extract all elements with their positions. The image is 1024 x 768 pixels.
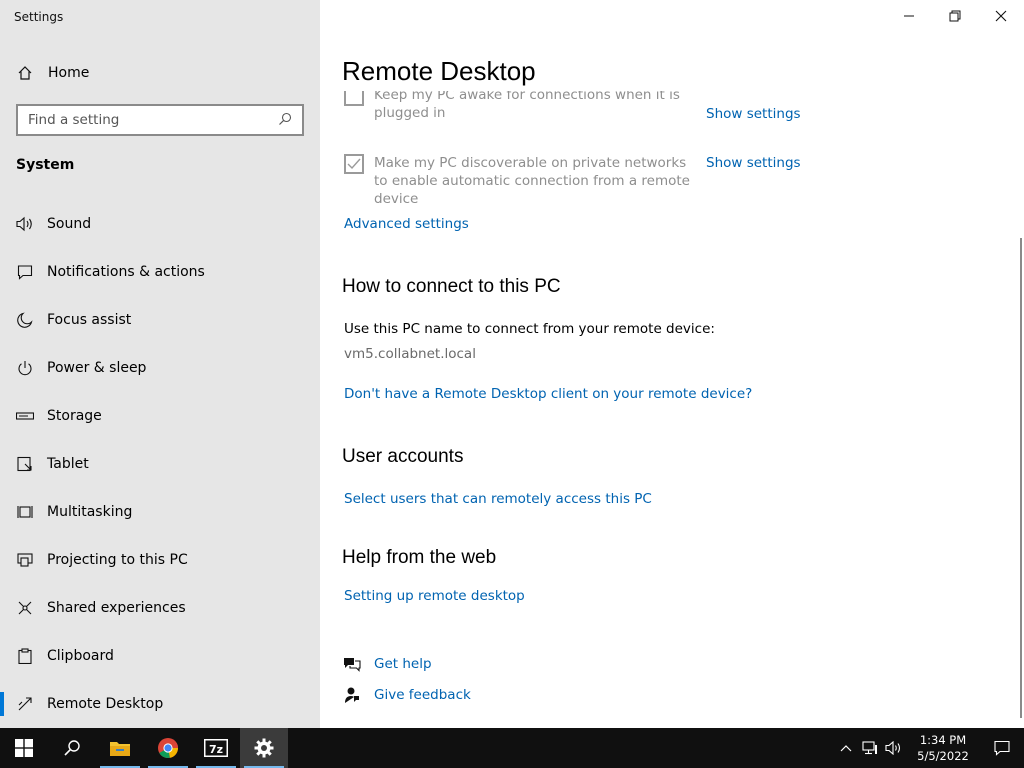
sidebar-item-projecting[interactable]: Projecting to this PC — [0, 536, 320, 584]
scrollbar[interactable] — [1020, 238, 1022, 718]
action-center-button[interactable] — [980, 728, 1024, 768]
sidebar-item-label: Projecting to this PC — [47, 552, 188, 568]
moon-icon — [16, 311, 34, 329]
settings-button[interactable] — [240, 728, 288, 768]
sidebar-item-focus-assist[interactable]: Focus assist — [0, 296, 320, 344]
clock-time: 1:34 PM — [919, 733, 967, 747]
option-text: Keep my PC awake for connections when it… — [374, 88, 680, 121]
clipboard-icon — [16, 647, 34, 665]
7zip-button[interactable]: 7z — [192, 728, 240, 768]
option-text: Make my PC discoverable on private netwo… — [374, 155, 690, 207]
user-accounts-heading: User accounts — [342, 446, 464, 467]
home-icon — [16, 64, 34, 82]
file-explorer-button[interactable] — [96, 728, 144, 768]
storage-icon — [16, 407, 34, 425]
setting-up-link[interactable]: Setting up remote desktop — [344, 588, 525, 604]
svg-text:7z: 7z — [209, 743, 223, 756]
sidebar-item-label: Focus assist — [47, 312, 132, 328]
show-hidden-icons-button[interactable] — [834, 728, 858, 768]
remote-client-link[interactable]: Don't have a Remote Desktop client on yo… — [344, 386, 752, 402]
sidebar-item-label: Tablet — [47, 456, 89, 472]
main-content: Remote Desktop Keep my PC awake for conn… — [320, 0, 1024, 728]
section-label-system: System — [16, 157, 75, 173]
volume-icon — [885, 741, 901, 755]
select-users-link[interactable]: Select users that can remotely access th… — [344, 491, 652, 507]
chrome-icon — [158, 738, 179, 759]
sidebar: Settings Home System Sound Notifications… — [0, 0, 320, 728]
search-input[interactable] — [28, 112, 278, 128]
sidebar-nav: Sound Notifications & actions Focus assi… — [0, 200, 320, 728]
get-help-row[interactable]: Get help — [342, 654, 432, 674]
page-title: Remote Desktop — [342, 56, 536, 86]
pc-name: vm5.collabnet.local — [344, 346, 476, 362]
tablet-icon — [16, 455, 34, 473]
network-icon — [862, 741, 877, 755]
sidebar-item-clipboard[interactable]: Clipboard — [0, 632, 320, 680]
give-feedback-icon — [342, 685, 362, 705]
action-center-icon — [994, 740, 1010, 756]
checkmark-icon — [347, 158, 361, 170]
chevron-up-icon — [840, 745, 852, 752]
sidebar-home[interactable]: Home — [16, 62, 89, 84]
network-button[interactable] — [858, 728, 882, 768]
search-box[interactable] — [16, 104, 304, 136]
discoverable-checkbox[interactable] — [344, 154, 364, 174]
taskbar: 7z 1:34 PM 5/5/2022 — [0, 728, 1024, 768]
help-heading: Help from the web — [342, 547, 497, 568]
sidebar-item-notifications[interactable]: Notifications & actions — [0, 248, 320, 296]
chrome-button[interactable] — [144, 728, 192, 768]
option-clip: Keep my PC awake for connections when it… — [320, 88, 1024, 148]
get-help-icon — [342, 654, 362, 674]
clock-date: 5/5/2022 — [917, 749, 969, 763]
projecting-icon — [16, 551, 34, 569]
7zip-icon: 7z — [204, 739, 228, 757]
sidebar-item-label: Sound — [47, 216, 92, 232]
search-icon[interactable] — [278, 112, 294, 128]
sidebar-item-tablet[interactable]: Tablet — [0, 440, 320, 488]
sidebar-item-label: Notifications & actions — [47, 264, 205, 280]
sidebar-item-storage[interactable]: Storage — [0, 392, 320, 440]
file-explorer-icon — [110, 742, 130, 756]
connect-instruction: Use this PC name to connect from your re… — [344, 321, 715, 337]
sidebar-item-label: Remote Desktop — [47, 696, 164, 712]
app-title: Settings — [14, 10, 64, 24]
sidebar-item-multitasking[interactable]: Multitasking — [0, 488, 320, 536]
sidebar-item-shared-experiences[interactable]: Shared experiences — [0, 584, 320, 632]
remote-desktop-icon — [16, 695, 34, 713]
sidebar-item-remote-desktop[interactable]: Remote Desktop — [0, 680, 320, 728]
sidebar-home-label: Home — [48, 65, 90, 81]
sidebar-item-label: Shared experiences — [47, 600, 186, 616]
give-feedback-link[interactable]: Give feedback — [374, 687, 471, 703]
sidebar-item-label: Multitasking — [47, 504, 133, 520]
start-button[interactable] — [0, 728, 48, 768]
system-tray: 1:34 PM 5/5/2022 — [834, 728, 1024, 768]
notification-icon — [16, 263, 34, 281]
header-mask — [320, 88, 1024, 91]
power-icon — [16, 359, 34, 377]
sidebar-item-sound[interactable]: Sound — [0, 200, 320, 248]
shared-experiences-icon — [16, 599, 34, 617]
advanced-settings-link[interactable]: Advanced settings — [344, 216, 469, 232]
give-feedback-row[interactable]: Give feedback — [342, 685, 471, 705]
settings-icon — [254, 738, 274, 758]
start-icon — [15, 739, 33, 757]
show-settings-link-discoverable[interactable]: Show settings — [706, 155, 801, 171]
multitasking-icon — [16, 503, 34, 521]
get-help-link[interactable]: Get help — [374, 656, 432, 672]
sidebar-item-power-sleep[interactable]: Power & sleep — [0, 344, 320, 392]
clock[interactable]: 1:34 PM 5/5/2022 — [906, 732, 980, 764]
sidebar-item-label: Storage — [47, 408, 102, 424]
sidebar-item-label: Clipboard — [47, 648, 114, 664]
taskbar-search-button[interactable] — [48, 728, 96, 768]
show-settings-link-awake[interactable]: Show settings — [706, 106, 801, 122]
sidebar-item-label: Power & sleep — [47, 360, 147, 376]
speaker-icon — [16, 215, 34, 233]
connect-heading: How to connect to this PC — [342, 276, 561, 297]
volume-button[interactable] — [882, 728, 906, 768]
search-icon — [64, 740, 80, 756]
